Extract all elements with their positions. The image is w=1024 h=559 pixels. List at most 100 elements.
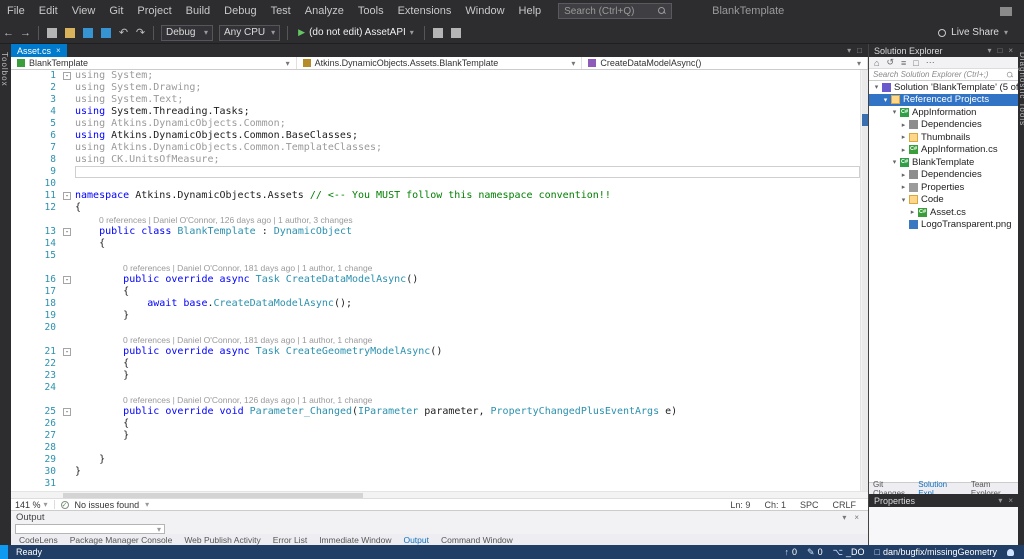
- save-all-icon[interactable]: [101, 28, 111, 38]
- toolbox-tab[interactable]: Toolbox: [0, 44, 9, 87]
- panel-tab-package-manager-console[interactable]: Package Manager Console: [70, 535, 173, 545]
- menu-debug[interactable]: Debug: [217, 5, 263, 17]
- codelens-text[interactable]: 0 references | Daniel O'Connor, 181 days…: [75, 262, 372, 274]
- tree-item-properties[interactable]: ▸Properties: [869, 181, 1018, 194]
- fold-collapse-icon[interactable]: -: [63, 72, 71, 80]
- find-icon[interactable]: [451, 28, 461, 38]
- tree-item-logotransparent-png[interactable]: LogoTransparent.png: [869, 219, 1018, 232]
- new-file-icon[interactable]: [47, 28, 57, 38]
- menu-analyze[interactable]: Analyze: [298, 5, 351, 17]
- menu-edit[interactable]: Edit: [32, 5, 65, 17]
- panel-tab-command-window[interactable]: Command Window: [441, 535, 513, 545]
- menu-build[interactable]: Build: [179, 5, 217, 17]
- start-debug-button[interactable]: ▶ (do not edit) AssetAPI ▾: [292, 27, 420, 38]
- fold-collapse-icon[interactable]: -: [63, 276, 71, 284]
- menu-git[interactable]: Git: [102, 5, 130, 17]
- build-icon[interactable]: [433, 28, 443, 38]
- panel-tab-error-list[interactable]: Error List: [273, 535, 307, 545]
- save-icon[interactable]: [83, 28, 93, 38]
- show-all-files-icon[interactable]: □: [913, 58, 918, 68]
- menu-tools[interactable]: Tools: [351, 5, 391, 17]
- collapse-all-icon[interactable]: ≡: [901, 58, 906, 68]
- forward-icon[interactable]: →: [17, 27, 34, 39]
- menu-file[interactable]: File: [0, 5, 32, 17]
- menu-project[interactable]: Project: [130, 5, 178, 17]
- issues-status[interactable]: No issues found: [75, 500, 140, 510]
- notifications-icon[interactable]: [1007, 549, 1014, 556]
- codelens-text[interactable]: 0 references | Daniel O'Connor, 181 days…: [75, 334, 372, 346]
- redo-icon[interactable]: ↷: [132, 26, 149, 39]
- chevron-right-icon[interactable]: ▸: [899, 133, 908, 141]
- tree-item-thumbnails[interactable]: ▸Thumbnails: [869, 131, 1018, 144]
- chevron-right-icon[interactable]: ▸: [899, 121, 908, 129]
- tree-item-referenced-projects[interactable]: ▾Referenced Projects: [869, 94, 1018, 107]
- close-icon[interactable]: ×: [56, 46, 61, 55]
- menu-help[interactable]: Help: [512, 5, 549, 17]
- editor-horizontal-scrollbar[interactable]: [11, 491, 868, 498]
- close-icon[interactable]: ×: [1008, 46, 1013, 55]
- tree-item-blanktemplate[interactable]: ▾C#BlankTemplate: [869, 156, 1018, 169]
- chevron-right-icon[interactable]: ▸: [908, 208, 917, 216]
- zoom-dropdown[interactable]: 141 % ▾: [15, 500, 48, 510]
- menu-test[interactable]: Test: [264, 5, 298, 17]
- chevron-right-icon[interactable]: ▸: [899, 171, 908, 179]
- tree-item-solution-blanktemplate-5-of-5-projects-[interactable]: ▾Solution 'BlankTemplate' (5 of 5 projec…: [869, 81, 1018, 94]
- chevron-down-icon[interactable]: ▾: [890, 108, 899, 116]
- solution-explorer-search[interactable]: Search Solution Explorer (Ctrl+;): [869, 69, 1018, 81]
- home-icon[interactable]: ⌂: [874, 58, 879, 68]
- live-share-button[interactable]: Live Share ▾: [938, 27, 1024, 38]
- refresh-icon[interactable]: ↺: [886, 57, 894, 68]
- menu-view[interactable]: View: [65, 5, 103, 17]
- status-up-arrow[interactable]: ↑0: [785, 547, 798, 557]
- menu-extensions[interactable]: Extensions: [391, 5, 459, 17]
- feedback-icon[interactable]: [1000, 7, 1012, 16]
- scrollbar-thumb[interactable]: [862, 70, 868, 491]
- space-indicator[interactable]: SPC: [800, 500, 819, 510]
- more-options-icon[interactable]: ⋯: [926, 57, 935, 68]
- diagnostic-tools-tab[interactable]: Diagnostic Tools: [1018, 44, 1024, 126]
- output-source-dropdown[interactable]: ▾: [15, 524, 165, 534]
- search-input[interactable]: Search (Ctrl+Q): [558, 3, 672, 19]
- fold-collapse-icon[interactable]: -: [63, 408, 71, 416]
- eol-indicator[interactable]: CRLF: [832, 500, 856, 510]
- chevron-right-icon[interactable]: ▸: [899, 146, 908, 154]
- tree-item-dependencies[interactable]: ▸Dependencies: [869, 169, 1018, 182]
- fold-collapse-icon[interactable]: -: [63, 192, 71, 200]
- chevron-down-icon[interactable]: ▾: [899, 196, 908, 204]
- code-editor[interactable]: 1-using System;2using System.Drawing;3us…: [11, 70, 868, 491]
- tab-asset-cs[interactable]: Asset.cs ×: [11, 44, 67, 57]
- chevron-right-icon[interactable]: ▸: [899, 183, 908, 191]
- panel-tab-web-publish-activity[interactable]: Web Publish Activity: [184, 535, 260, 545]
- tree-item-code[interactable]: ▾Code: [869, 194, 1018, 207]
- chevron-down-icon[interactable]: ▾: [872, 83, 881, 91]
- close-icon[interactable]: ×: [854, 513, 859, 522]
- chevron-down-icon[interactable]: ▾: [881, 96, 890, 104]
- tree-item-asset-cs[interactable]: ▸C#Asset.cs: [869, 206, 1018, 219]
- config-dropdown[interactable]: Debug ▾: [161, 25, 213, 41]
- codelens-text[interactable]: 0 references | Daniel O'Connor, 126 days…: [75, 214, 353, 226]
- breadcrumb-item-2[interactable]: CreateDataModelAsync()▾: [582, 57, 868, 69]
- status-repo[interactable]: □dan/bugfix/missingGeometry: [875, 547, 998, 557]
- scrollbar-thumb[interactable]: [63, 493, 363, 498]
- fold-collapse-icon[interactable]: -: [63, 228, 71, 236]
- undo-icon[interactable]: ↶: [115, 26, 132, 39]
- breadcrumb-item-0[interactable]: BlankTemplate▾: [11, 57, 297, 69]
- close-icon[interactable]: ×: [1008, 496, 1013, 505]
- fold-collapse-icon[interactable]: -: [63, 348, 71, 356]
- panel-tab-output[interactable]: Output: [403, 535, 429, 545]
- chevron-down-icon[interactable]: ▾: [890, 158, 899, 166]
- float-icon[interactable]: □: [857, 46, 862, 55]
- status-pencil[interactable]: ✎0: [807, 547, 823, 558]
- chevron-down-icon[interactable]: ▾: [842, 513, 846, 522]
- chevron-down-icon[interactable]: ▾: [145, 500, 149, 509]
- menu-window[interactable]: Window: [458, 5, 511, 17]
- open-file-icon[interactable]: [65, 28, 75, 38]
- tab-list-icon[interactable]: ▾: [847, 46, 851, 55]
- chevron-down-icon[interactable]: ▾: [998, 496, 1002, 505]
- editor-vertical-scrollbar[interactable]: [860, 70, 868, 491]
- chevron-down-icon[interactable]: ▾: [987, 46, 991, 55]
- tree-item-dependencies[interactable]: ▸Dependencies: [869, 119, 1018, 132]
- platform-dropdown[interactable]: Any CPU ▾: [219, 25, 280, 41]
- pin-icon[interactable]: □: [997, 46, 1002, 55]
- back-icon[interactable]: ←: [0, 27, 17, 39]
